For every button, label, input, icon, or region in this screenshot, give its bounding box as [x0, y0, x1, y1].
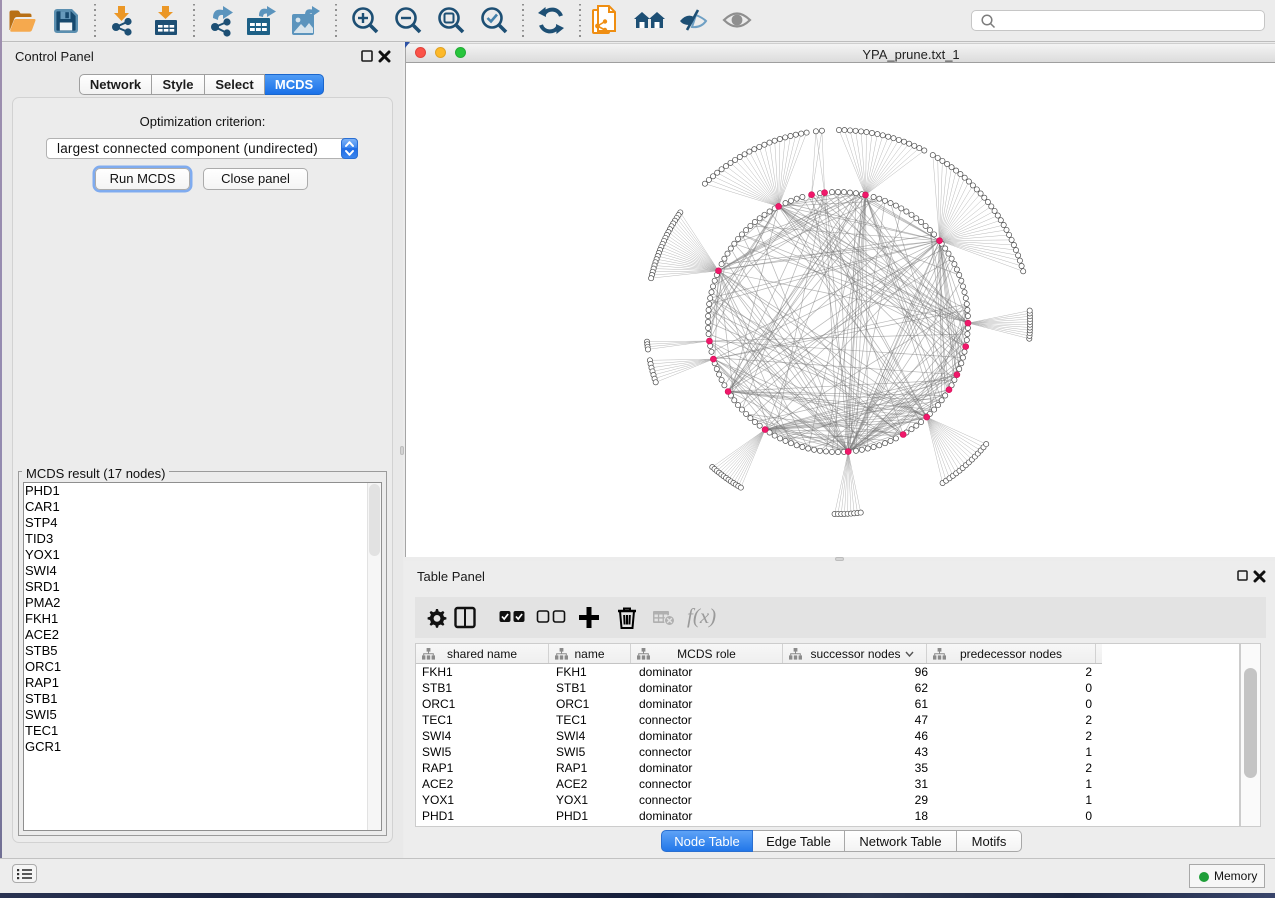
- svg-text:f(x): f(x): [687, 604, 716, 628]
